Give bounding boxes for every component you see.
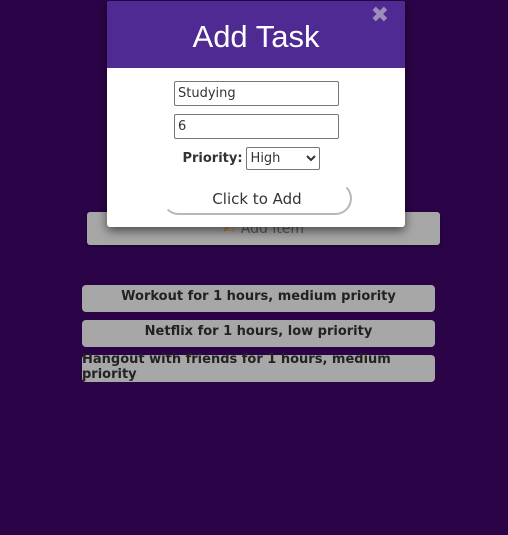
click-to-add-button[interactable]: Click to Add	[162, 182, 352, 215]
task-item[interactable]: Workout for 1 hours, medium priority	[82, 285, 435, 312]
modal-title: Add Task	[192, 18, 320, 54]
task-item-text: Netflix for 1 hours, low priority	[144, 324, 373, 339]
hours-input[interactable]	[174, 114, 339, 139]
task-item-text: Workout for 1 hours, medium priority	[121, 289, 396, 304]
modal-header: Add Task ✖	[107, 1, 405, 68]
add-task-modal: Add Task ✖ Priority: High Click to Add	[107, 1, 405, 227]
close-icon[interactable]: ✖	[371, 3, 389, 28]
priority-select[interactable]: High	[245, 147, 320, 170]
priority-label: Priority:	[182, 151, 243, 166]
task-item[interactable]: Hangout with friends for 1 hours, medium…	[82, 351, 435, 382]
task-name-input[interactable]	[174, 81, 339, 106]
task-item-text: Hangout with friends for 1 hours, medium…	[82, 351, 391, 382]
task-list: Workout for 1 hours, medium priority Net…	[82, 285, 435, 390]
task-item[interactable]: Netflix for 1 hours, low priority	[82, 320, 435, 347]
priority-row: Priority: High	[107, 147, 405, 170]
